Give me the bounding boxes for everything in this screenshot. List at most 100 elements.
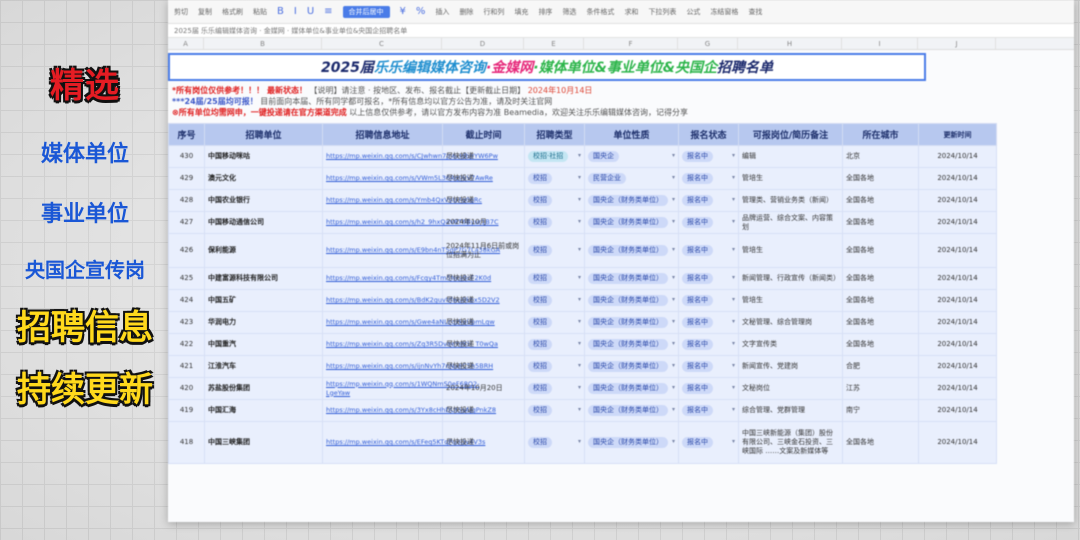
dropdown-arrow-icon[interactable]: ▾ — [672, 195, 675, 204]
cell-type[interactable]: 校招 ▾ — [524, 311, 585, 334]
column-header[interactable]: J — [918, 38, 996, 49]
cell-type[interactable]: 校招 ▾ — [524, 289, 585, 312]
cell-unit[interactable]: 保利能源 — [204, 233, 323, 268]
column-header[interactable]: A — [168, 38, 204, 49]
cell-status[interactable]: 报名中 ▾ — [678, 399, 739, 422]
cell-city[interactable]: 北京 — [842, 145, 919, 168]
dropdown-arrow-icon[interactable]: ▾ — [732, 273, 735, 282]
type-chip[interactable]: 校招 — [528, 295, 552, 306]
nature-chip[interactable]: 国央企（财务类单位） — [588, 295, 668, 306]
cell-updated[interactable]: 2024/10/14 — [918, 355, 997, 378]
cell-status[interactable]: 报名中 ▾ — [678, 289, 739, 312]
cell-positions[interactable]: 管培生 — [738, 289, 843, 312]
dropdown-arrow-icon[interactable]: ▾ — [578, 273, 581, 282]
toolbar-item[interactable]: 剪切 — [174, 7, 188, 17]
cell-link[interactable]: https://mp.weixin.qq.com/s/BdK2guvVfwu8k… — [322, 289, 500, 312]
toolbar-item[interactable]: 筛选 — [562, 7, 576, 17]
sheet-title[interactable]: 2025届 乐乐编辑媒体咨询 ·金媒网 ·媒体单位&事业单位&央国企 招聘名单 — [168, 53, 926, 81]
type-chip[interactable]: 校招 — [528, 437, 552, 448]
cell-city[interactable]: 南宁 — [842, 399, 919, 422]
cell-positions[interactable]: 品牌运营、综合文案、内容策划 — [738, 211, 843, 234]
table-row[interactable]: 427 中国移动通信公司 https://mp.weixin.qq.com/s/h2… — [168, 211, 997, 234]
column-header[interactable]: B — [204, 38, 322, 49]
cell-unit[interactable]: 中国五矿 — [204, 289, 323, 312]
status-chip[interactable]: 报名中 — [682, 361, 713, 372]
cell-nature[interactable]: 民营企业 ▾ — [584, 167, 679, 190]
toolbar-item[interactable]: 下拉列表 — [648, 7, 676, 17]
cell-nature[interactable]: 国央企（财务类单位） ▾ — [584, 333, 679, 356]
dropdown-arrow-icon[interactable]: ▾ — [672, 339, 675, 348]
cell-status[interactable]: 报名中 ▾ — [678, 145, 739, 168]
cell-type[interactable]: 校招 ▾ — [524, 333, 585, 356]
dropdown-arrow-icon[interactable]: ▾ — [732, 245, 735, 254]
table-row[interactable]: 425 中建富源科技有限公司 https://mp.weixin.qq.com/s/… — [168, 267, 997, 290]
bold-icon[interactable]: B — [277, 6, 284, 17]
cell-updated[interactable]: 2024/10/14 — [918, 211, 997, 234]
cell-unit[interactable]: 中国三峡集团 — [204, 421, 323, 464]
table-row[interactable]: 418 中国三峡集团 https://mp.weixin.qq.com/s/EFeq… — [168, 421, 997, 464]
column-header[interactable]: C — [322, 38, 442, 49]
cell-city[interactable]: 全国各地 — [842, 233, 919, 268]
cell-nature[interactable]: 国央企（财务类单位） ▾ — [584, 189, 679, 212]
toolbar-item[interactable]: 删除 — [459, 7, 473, 17]
type-chip[interactable]: 校招 — [528, 317, 552, 328]
cell-updated[interactable]: 2024/10/14 — [918, 233, 997, 268]
cell-city[interactable]: 全国各地 — [842, 211, 919, 234]
formula-bar[interactable]: 2025届 乐乐编辑媒体咨询 · 金媒网 · 媒体单位&事业单位&央国企招聘名单 — [168, 24, 1074, 38]
header-city[interactable]: 所在城市 — [842, 123, 919, 146]
cell-link[interactable]: https://mp.weixin.qq.com/s/E9bn4nT5qP7G7… — [322, 233, 500, 268]
cell-link[interactable]: https://mp.weixin.qq.com/s/VWm5L36Rg0kV7… — [322, 167, 493, 190]
header-no[interactable]: 序号 — [168, 123, 205, 146]
cell-link[interactable]: https://mp.weixin.qq.com/s/EFeq5KTqPu8Dv… — [322, 421, 485, 464]
dropdown-arrow-icon[interactable]: ▾ — [732, 151, 735, 160]
toolbar-item[interactable]: 填充 — [514, 7, 528, 17]
dropdown-arrow-icon[interactable]: ▾ — [578, 405, 581, 414]
cell-city[interactable]: 全国各地 — [842, 289, 919, 312]
cell-city[interactable]: 全国各地 — [842, 421, 919, 464]
cell-unit[interactable]: 中国移动咪咕 — [204, 145, 323, 168]
type-chip[interactable]: 校招 — [528, 173, 552, 184]
toolbar-item[interactable]: 行和列 — [483, 7, 504, 17]
cell-no[interactable]: 419 — [168, 399, 205, 422]
cell-unit[interactable]: 中国重汽 — [204, 333, 323, 356]
column-header[interactable]: D — [442, 38, 524, 49]
status-chip[interactable]: 报名中 — [682, 217, 713, 228]
dropdown-arrow-icon[interactable]: ▾ — [672, 383, 675, 392]
cell-unit[interactable]: 中建富源科技有限公司 — [204, 267, 323, 290]
table-row[interactable]: 422 中国重汽 https://mp.weixin.qq.com/s/Zq3R5D… — [168, 333, 997, 356]
dropdown-arrow-icon[interactable]: ▾ — [578, 295, 581, 304]
header-deadline[interactable]: 截止时间 — [442, 123, 525, 146]
cell-positions[interactable]: 综合管理、党群管理 — [738, 399, 843, 422]
dropdown-arrow-icon[interactable]: ▾ — [732, 295, 735, 304]
status-chip[interactable]: 报名中 — [682, 273, 713, 284]
dropdown-arrow-icon[interactable]: ▾ — [732, 173, 735, 182]
italic-icon[interactable]: I — [294, 6, 297, 17]
toolbar-item[interactable]: 格式刷 — [222, 7, 243, 17]
type-chip[interactable]: 校招 — [528, 217, 552, 228]
cell-positions[interactable]: 新闻管理、行政宣传（新闻类） — [738, 267, 843, 290]
column-header[interactable]: I — [842, 38, 918, 49]
cell-type[interactable]: 校招 ▾ — [524, 189, 585, 212]
cell-no[interactable]: 424 — [168, 289, 205, 312]
toolbar-item[interactable]: 插入 — [435, 7, 449, 17]
status-chip[interactable]: 报名中 — [682, 173, 713, 184]
toolbar-item[interactable]: 排序 — [538, 7, 552, 17]
nature-chip[interactable]: 民营企业 — [588, 173, 626, 184]
table-row[interactable]: 423 华润电力 https://mp.weixin.qq.com/s/Gwe4aN… — [168, 311, 997, 334]
type-chip[interactable]: 校招 — [528, 195, 552, 206]
percent-icon[interactable]: % — [416, 6, 426, 17]
cell-positions[interactable]: 中国三峡新能源（集团）股份有限公司、三峡金石投资、三峡国际 ……文案及新媒体等 — [738, 421, 843, 464]
toolbar-item[interactable]: 粘贴 — [253, 7, 267, 17]
dropdown-arrow-icon[interactable]: ▾ — [732, 317, 735, 326]
table-row[interactable]: 429 澳元文化 https://mp.weixin.qq.com/s/VWm5L3… — [168, 167, 997, 190]
cell-positions[interactable]: 编辑 — [738, 145, 843, 168]
cell-positions[interactable]: 管培生 — [738, 233, 843, 268]
cell-link[interactable]: https://mp.weixin.qq.com/s/1WQNmS0eF68Q2… — [322, 377, 480, 400]
dropdown-arrow-icon[interactable]: ▾ — [732, 217, 735, 226]
cell-status[interactable]: 报名中 ▾ — [678, 311, 739, 334]
cell-type[interactable]: 校招 ▾ — [524, 355, 585, 378]
toolbar-item[interactable]: 冻结窗格 — [710, 7, 738, 17]
header-updated[interactable]: 更新时间 — [918, 123, 997, 146]
nature-chip[interactable]: 国央企（财务类单位） — [588, 317, 668, 328]
cell-link[interactable]: https://mp.weixin.qq.com/s/ijnNvYh7nNx8C… — [322, 355, 493, 378]
